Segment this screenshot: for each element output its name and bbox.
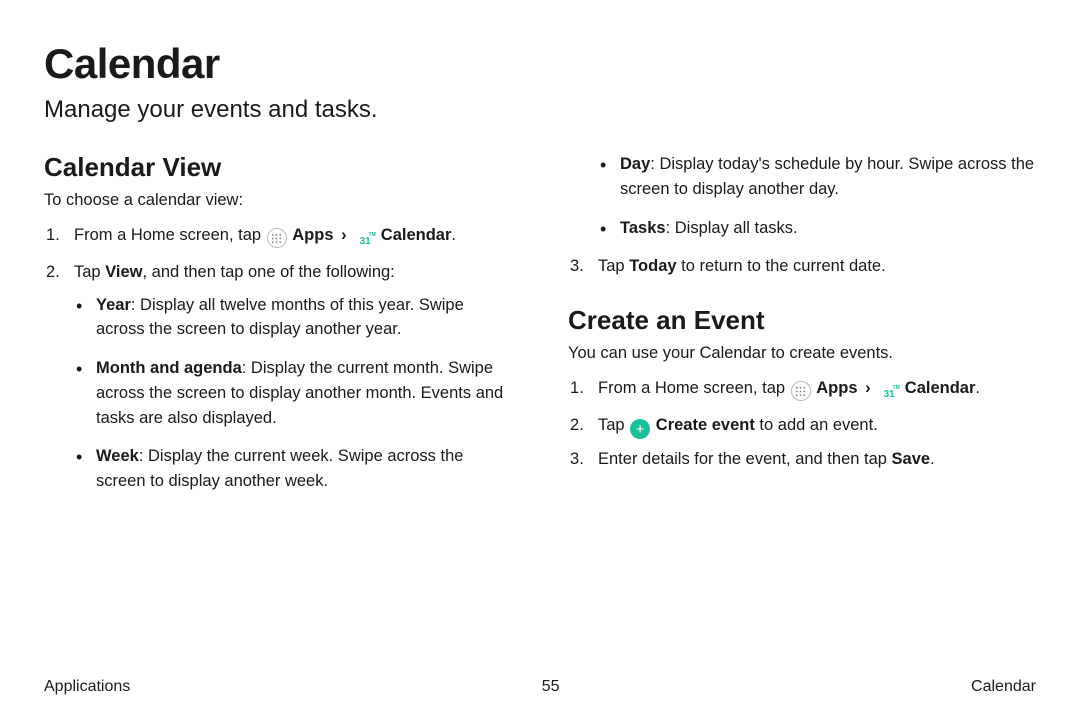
event-step-1-period: .	[975, 379, 980, 397]
event-step-1-pre: From a Home screen, tap	[598, 379, 790, 397]
footer-page-number: 55	[542, 678, 560, 696]
page-footer: Applications 55 Calendar	[44, 678, 1036, 696]
create-event-steps: From a Home screen, tap Apps › 31TM Cale…	[568, 376, 1036, 472]
view-options: Year: Display all twelve months of this …	[74, 293, 512, 494]
bullet-month-label: Month and agenda	[96, 359, 242, 377]
arrow-icon: ›	[341, 226, 347, 244]
bullet-day-label: Day	[620, 155, 650, 173]
bullet-day: Day: Display today's schedule by hour. S…	[598, 152, 1036, 202]
bullet-tasks-label: Tasks	[620, 219, 666, 237]
bullet-month: Month and agenda: Display the current mo…	[74, 356, 512, 430]
content-columns: Calendar View To choose a calendar view:…	[44, 152, 1036, 508]
event-step-2-pre: Tap	[598, 416, 629, 434]
event-step-1: From a Home screen, tap Apps › 31TM Cale…	[568, 376, 1036, 405]
bullet-week-text: : Display the current week. Swipe across…	[96, 447, 463, 490]
section-intro-create-event: You can use your Calendar to create even…	[568, 342, 1036, 366]
step-2: Tap View, and then tap one of the follow…	[44, 260, 512, 494]
view-options-cont: Day: Display today's schedule by hour. S…	[568, 152, 1036, 240]
event-step-3-post: .	[930, 450, 935, 468]
step-2-text-pre: Tap	[74, 263, 105, 281]
calendar-icon: 31TM	[355, 232, 375, 252]
left-column: Calendar View To choose a calendar view:…	[44, 152, 512, 508]
bullet-year-text: : Display all twelve months of this year…	[96, 296, 464, 339]
calendar-label: Calendar	[905, 379, 976, 397]
section-heading-calendar-view: Calendar View	[44, 152, 512, 183]
step-2-bold: View	[105, 263, 142, 281]
apps-label: Apps	[816, 379, 857, 397]
footer-left: Applications	[44, 678, 130, 696]
section-intro: To choose a calendar view:	[44, 189, 512, 213]
bullet-day-text: : Display today's schedule by hour. Swip…	[620, 155, 1034, 198]
calendar-icon: 31TM	[879, 385, 899, 405]
event-step-3: Enter details for the event, and then ta…	[568, 447, 1036, 472]
calendar-icon-number: 31TM	[360, 237, 371, 247]
apps-icon	[267, 228, 287, 248]
footer-right: Calendar	[971, 678, 1036, 696]
step-1-period: .	[451, 226, 456, 244]
event-step-2-bold: Create event	[656, 416, 755, 434]
step-3-text-post: to return to the current date.	[677, 257, 886, 275]
event-step-3-bold: Save	[892, 450, 931, 468]
step-2-text-post: , and then tap one of the following:	[143, 263, 395, 281]
bullet-tasks-text: : Display all tasks.	[666, 219, 798, 237]
apps-label: Apps	[292, 226, 333, 244]
plus-icon: +	[630, 419, 650, 439]
event-step-2: Tap + Create event to add an event.	[568, 413, 1036, 440]
event-step-2-post: to add an event.	[755, 416, 878, 434]
page-title: Calendar	[44, 40, 1036, 88]
bullet-year-label: Year	[96, 296, 131, 314]
calendar-view-steps-cont: Tap Today to return to the current date.	[568, 254, 1036, 279]
bullet-week-label: Week	[96, 447, 139, 465]
step-3-text-pre: Tap	[598, 257, 629, 275]
calendar-icon-number: 31TM	[884, 390, 895, 400]
bullet-week: Week: Display the current week. Swipe ac…	[74, 444, 512, 494]
step-3: Tap Today to return to the current date.	[568, 254, 1036, 279]
right-column: Day: Display today's schedule by hour. S…	[568, 152, 1036, 508]
calendar-view-steps: From a Home screen, tap Apps › 31TM Cale…	[44, 223, 512, 494]
step-1-text-pre: From a Home screen, tap	[74, 226, 266, 244]
bullet-tasks: Tasks: Display all tasks.	[598, 216, 1036, 241]
event-step-3-pre: Enter details for the event, and then ta…	[598, 450, 892, 468]
apps-icon	[791, 381, 811, 401]
page-subtitle: Manage your events and tasks.	[44, 96, 1036, 124]
arrow-icon: ›	[865, 379, 871, 397]
step-1: From a Home screen, tap Apps › 31TM Cale…	[44, 223, 512, 252]
bullet-year: Year: Display all twelve months of this …	[74, 293, 512, 343]
step-3-bold: Today	[629, 257, 676, 275]
section-heading-create-event: Create an Event	[568, 305, 1036, 336]
calendar-label: Calendar	[381, 226, 452, 244]
